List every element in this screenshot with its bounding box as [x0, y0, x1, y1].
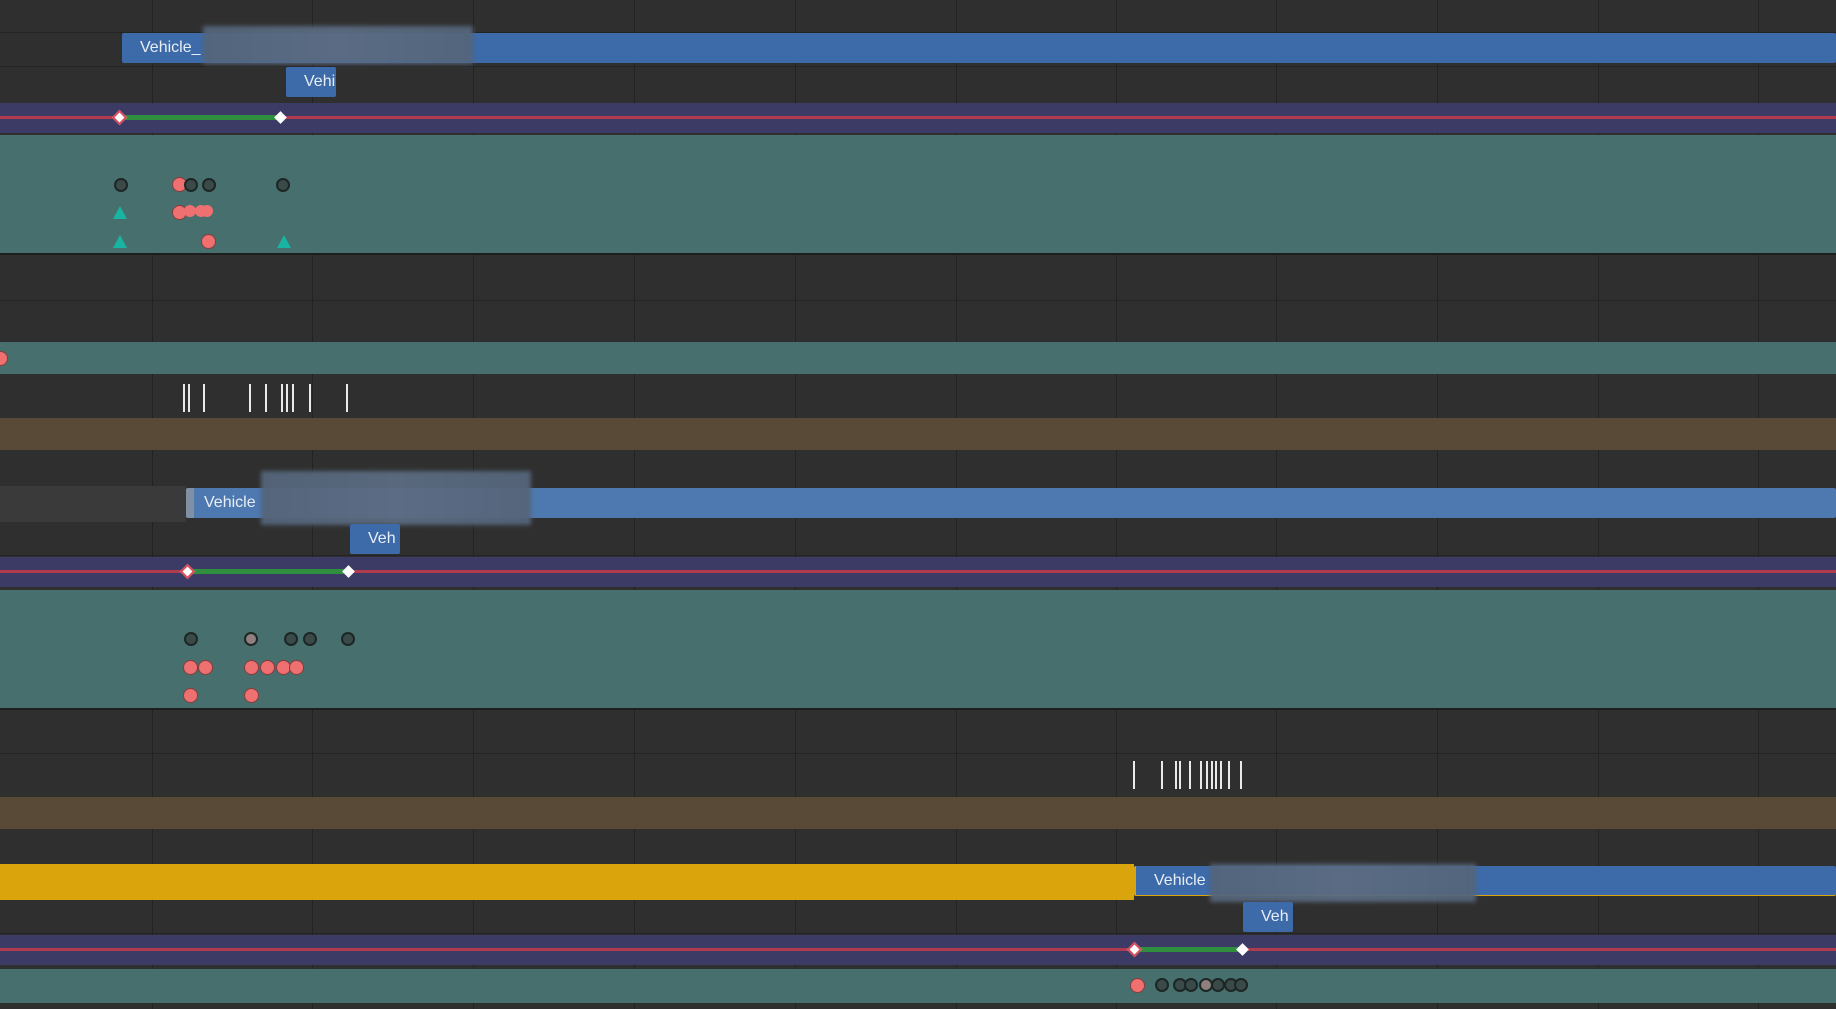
clip-sub-2-label: Veh [368, 530, 396, 547]
marker-tick-icon[interactable] [1240, 761, 1242, 789]
marker-tick-icon[interactable] [1211, 761, 1213, 789]
event-dot-icon[interactable] [184, 178, 198, 192]
event-dot-icon[interactable] [1184, 978, 1198, 992]
event-dot-icon[interactable] [1234, 978, 1248, 992]
event-dot-icon[interactable] [184, 632, 198, 646]
event-dot-icon[interactable] [303, 632, 317, 646]
marker-tick-icon[interactable] [265, 384, 267, 412]
marker-tick-icon[interactable] [309, 384, 311, 412]
event-dot-icon[interactable] [1155, 978, 1169, 992]
clip-sub-3[interactable]: Veh [1243, 902, 1293, 932]
marker-tick-icon[interactable] [1179, 761, 1181, 789]
clip-sub-1-label: Vehi [304, 73, 336, 90]
event-triangle-icon[interactable] [113, 235, 127, 248]
clip-main-3-label: Vehicle [1154, 872, 1206, 889]
marker-tick-icon[interactable] [1189, 761, 1191, 789]
event-dot-icon[interactable] [289, 660, 304, 675]
marker-row-1 [0, 382, 1836, 412]
marker-tick-icon[interactable] [281, 384, 283, 412]
marker-track-2[interactable] [0, 797, 1836, 829]
clip-sub-2[interactable]: Veh [350, 524, 400, 554]
redacted-label-3 [1210, 864, 1476, 902]
event-dot-icon[interactable] [201, 205, 213, 217]
clip-sub-3-label: Veh [1261, 908, 1289, 925]
redacted-label-1 [203, 26, 473, 64]
marker-tick-icon[interactable] [1215, 761, 1217, 789]
event-dot-icon[interactable] [244, 688, 259, 703]
marker-tick-icon[interactable] [203, 384, 205, 412]
curve-segment-1[interactable] [119, 115, 281, 120]
marker-tick-icon[interactable] [1200, 761, 1202, 789]
event-track-1b[interactable] [0, 342, 1836, 374]
timeline-view: Vehicle_ Vehi Vehicle Veh Vehicle Veh [0, 0, 1836, 1009]
marker-tick-icon[interactable] [1175, 761, 1177, 789]
event-dot-icon[interactable] [1211, 978, 1225, 992]
event-track-3[interactable] [0, 969, 1836, 1003]
marker-tick-icon[interactable] [1228, 761, 1230, 789]
event-track-1[interactable] [0, 135, 1836, 253]
clip-main-1-label: Vehicle_ [140, 39, 201, 56]
event-dot-icon[interactable] [244, 660, 259, 675]
curve-line-3 [0, 948, 1836, 951]
event-dot-icon[interactable] [260, 660, 275, 675]
marker-tick-icon[interactable] [286, 384, 288, 412]
event-dot-icon[interactable] [183, 688, 198, 703]
event-dot-icon[interactable] [244, 632, 258, 646]
event-track-2[interactable] [0, 590, 1836, 708]
marker-tick-icon[interactable] [1161, 761, 1163, 789]
marker-track-1[interactable] [0, 418, 1836, 450]
marker-tick-icon[interactable] [1206, 761, 1208, 789]
event-dot-icon[interactable] [284, 632, 298, 646]
event-dot-icon[interactable] [1130, 978, 1145, 993]
marker-tick-icon[interactable] [292, 384, 294, 412]
marker-tick-icon[interactable] [346, 384, 348, 412]
marker-tick-icon[interactable] [188, 384, 190, 412]
curve-segment-3[interactable] [1140, 947, 1244, 952]
clip-sub-1[interactable]: Vehi [286, 67, 336, 97]
marker-tick-icon[interactable] [1220, 761, 1222, 789]
selected-range[interactable] [0, 864, 1134, 900]
event-dot-icon[interactable] [202, 178, 216, 192]
event-dot-icon[interactable] [201, 234, 216, 249]
inactive-region-2 [0, 486, 186, 522]
event-triangle-icon[interactable] [113, 206, 127, 219]
marker-tick-icon[interactable] [183, 384, 185, 412]
event-triangle-icon[interactable] [277, 235, 291, 248]
event-dot-icon[interactable] [198, 660, 213, 675]
event-dot-icon[interactable] [183, 660, 198, 675]
marker-tick-icon[interactable] [1133, 761, 1135, 789]
marker-row-2 [0, 760, 1836, 790]
event-dot-icon[interactable] [114, 178, 128, 192]
marker-tick-icon[interactable] [249, 384, 251, 412]
redacted-label-2 [261, 471, 531, 525]
event-dot-icon[interactable] [276, 178, 290, 192]
event-dot-icon[interactable] [341, 632, 355, 646]
curve-segment-2[interactable] [187, 569, 349, 574]
clip-main-2-label: Vehicle [204, 494, 256, 511]
